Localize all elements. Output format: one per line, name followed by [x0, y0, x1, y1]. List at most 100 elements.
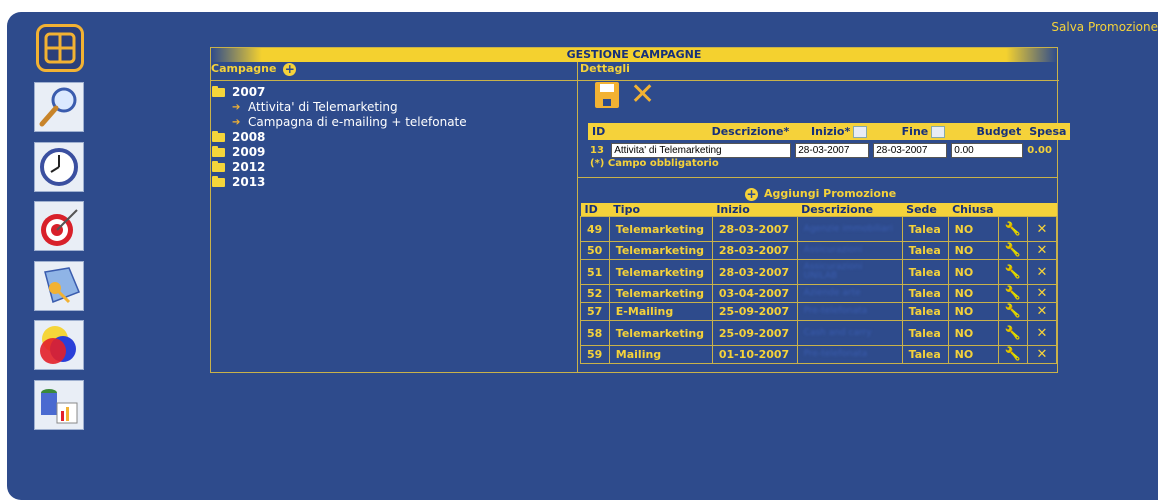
- plus-circle-icon: +: [745, 186, 758, 201]
- add-campagna-icon[interactable]: +: [283, 62, 297, 76]
- tree-campaign-item[interactable]: ➔ Attivita' di Telemarketing: [212, 100, 467, 115]
- cell-sede: Talea: [901, 241, 949, 260]
- cell-sede: Talea: [901, 320, 949, 346]
- col-descrizione: Descrizione*: [609, 123, 794, 140]
- folder-icon: [212, 161, 225, 172]
- tree-year-2013[interactable]: 2013: [212, 175, 467, 190]
- cell-tipo: Telemarketing: [608, 259, 713, 285]
- cell-chiusa: NO: [947, 259, 1000, 285]
- col-inizio: Inizio: [712, 203, 798, 217]
- delete-x-icon[interactable]: ✕: [1027, 345, 1057, 364]
- section-divider: [578, 177, 1058, 178]
- wrench-icon[interactable]: 🔧: [998, 302, 1028, 321]
- cell-tipo: Telemarketing: [608, 284, 713, 303]
- menu-grid-button[interactable]: [36, 24, 84, 72]
- cell-sede: Talea: [901, 284, 949, 303]
- target-button[interactable]: [34, 201, 84, 251]
- campagne-label: Campagne: [211, 62, 277, 75]
- save-floppy-icon[interactable]: [595, 82, 619, 108]
- reports-button[interactable]: [34, 380, 84, 430]
- folder-icon: [212, 146, 225, 157]
- wrench-icon[interactable]: 🔧: [998, 320, 1028, 346]
- tree-year-2007[interactable]: 2007: [212, 85, 467, 100]
- tree-campaign-label: Campagna di e-mailing + telefonate: [248, 115, 467, 129]
- col-budget: Budget: [949, 123, 1026, 140]
- magnifier-icon: [39, 87, 77, 127]
- cell-sede: Talea: [901, 302, 949, 321]
- budget-input[interactable]: [951, 142, 1024, 158]
- detail-value-row: 13 0.00: [588, 140, 1070, 160]
- promozioni-table: ID Tipo Inizio Descrizione Sede Chiusa 4…: [580, 203, 1057, 364]
- cell-id: 52: [580, 284, 610, 303]
- cell-descrizione: Cash and carry: [796, 320, 903, 346]
- cell-id: 59: [580, 345, 610, 364]
- tree-year-2008[interactable]: 2008: [212, 130, 467, 145]
- detail-spesa: 0.00: [1027, 144, 1052, 156]
- cell-id: 49: [580, 216, 610, 242]
- delete-x-icon[interactable]: ✕: [1027, 259, 1057, 285]
- database-chart-icon: [41, 389, 78, 424]
- tree-year-2012[interactable]: 2012: [212, 160, 467, 175]
- cell-inizio: 28-03-2007: [711, 259, 798, 285]
- cell-descrizione: Pre-telefonata: [796, 345, 903, 364]
- cell-descrizione: Aziende arte: [796, 284, 903, 303]
- cell-tipo: Telemarketing: [608, 241, 713, 260]
- col-sede: Sede: [902, 203, 949, 217]
- delete-x-icon[interactable]: ✕: [1027, 320, 1057, 346]
- table-row[interactable]: 50 Telemarketing 28-03-2007 Assicurazioni Ta…: [580, 241, 1057, 260]
- wrench-icon[interactable]: 🔧: [998, 216, 1028, 242]
- calendar-icon[interactable]: [853, 126, 868, 138]
- cell-tipo: E-Mailing: [608, 302, 713, 321]
- detail-id: 13: [590, 144, 604, 156]
- table-row[interactable]: 59 Mailing 01-10-2007 Pre-telefonata Talea NO…: [580, 345, 1057, 364]
- search-button[interactable]: [34, 82, 84, 132]
- delete-x-icon[interactable]: ✕: [1027, 241, 1057, 260]
- delete-x-icon[interactable]: ✕: [1027, 216, 1057, 242]
- cell-chiusa: NO: [947, 302, 1000, 321]
- cell-descrizione: Agenzie immobiliari: [796, 216, 903, 242]
- salva-promozione-link[interactable]: Salva Promozione: [1051, 20, 1158, 34]
- tree-campaign-item[interactable]: ➔ Campagna di e-mailing + telefonate: [212, 115, 467, 130]
- cell-inizio: 25-09-2007: [711, 320, 798, 346]
- calendar-icon[interactable]: [931, 126, 946, 138]
- table-row[interactable]: 51 Telemarketing 28-03-2007 Assicurazioni U…: [580, 259, 1057, 285]
- add-promozione-button[interactable]: + Aggiungi Promozione: [745, 187, 896, 201]
- cell-id: 51: [580, 259, 610, 285]
- wrench-icon[interactable]: 🔧: [998, 284, 1028, 303]
- table-row[interactable]: 57 E-Mailing 25-09-2007 Pre-telefonata Talea…: [580, 302, 1057, 321]
- target-icon: [41, 209, 78, 246]
- table-row[interactable]: 52 Telemarketing 03-04-2007 Aziende arte Tal…: [580, 284, 1057, 303]
- arrow-right-icon: ➔: [232, 102, 241, 113]
- table-row[interactable]: 49 Telemarketing 28-03-2007 Agenzie immobil…: [580, 216, 1057, 242]
- cell-tipo: Telemarketing: [608, 216, 713, 242]
- table-row[interactable]: 58 Telemarketing 25-09-2007 Cash and carry T…: [580, 320, 1057, 346]
- panel-title: GESTIONE CAMPAGNE: [211, 48, 1057, 62]
- descrizione-input[interactable]: [611, 142, 792, 158]
- cell-chiusa: NO: [947, 320, 1000, 346]
- cell-descrizione: Assicurazioni UNILAB: [796, 259, 903, 285]
- detail-header-row: ID Descrizione* Inizio* Fine Budget Spes…: [588, 123, 1071, 140]
- clock-icon: [40, 148, 78, 186]
- clock-button[interactable]: [34, 142, 84, 192]
- delete-x-icon[interactable]: ✕: [1027, 302, 1057, 321]
- wrench-icon[interactable]: 🔧: [998, 259, 1028, 285]
- required-note: (*) Campo obbligatorio: [590, 158, 719, 169]
- tree-year-label: 2012: [232, 160, 266, 174]
- fine-input[interactable]: [873, 142, 948, 158]
- wrench-icon[interactable]: 🔧: [998, 345, 1028, 364]
- tree-year-2009[interactable]: 2009: [212, 145, 467, 160]
- delete-campaign-icon[interactable]: ✕: [630, 80, 655, 110]
- delete-x-icon[interactable]: ✕: [1027, 284, 1057, 303]
- colors-button[interactable]: [34, 320, 84, 370]
- cell-sede: Talea: [901, 259, 949, 285]
- cell-id: 58: [580, 320, 610, 346]
- col-descrizione: Descrizione: [797, 203, 903, 217]
- cell-inizio: 28-03-2007: [711, 241, 798, 260]
- cell-descrizione: Assicurazioni: [796, 241, 903, 260]
- wrench-icon[interactable]: 🔧: [998, 241, 1028, 260]
- inizio-input[interactable]: [795, 142, 870, 158]
- col-chiusa: Chiusa: [948, 203, 999, 217]
- tree-campaign-label: Attivita' di Telemarketing: [248, 100, 398, 114]
- keys-button[interactable]: [34, 261, 84, 311]
- campaign-detail-table: ID Descrizione* Inizio* Fine Budget Spes…: [588, 123, 1071, 160]
